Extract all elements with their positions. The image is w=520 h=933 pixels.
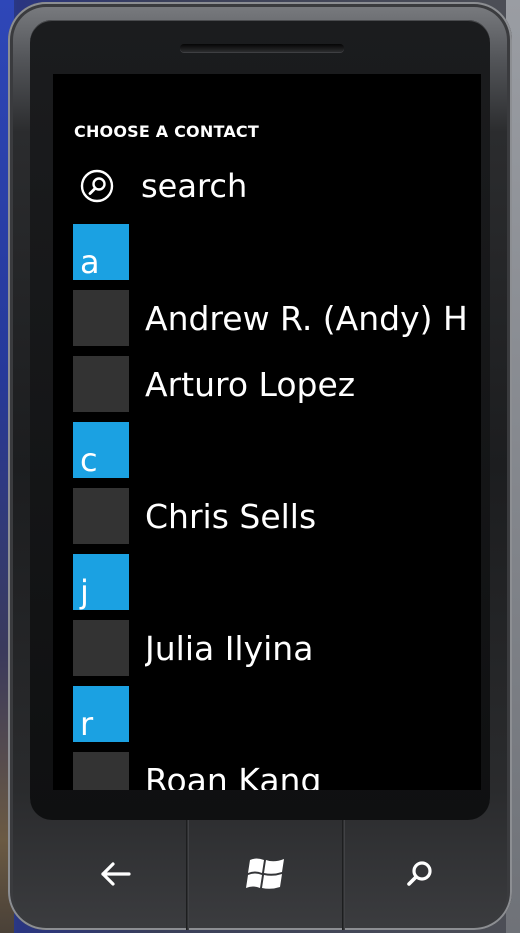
windows-logo-icon — [244, 854, 288, 898]
list-item[interactable]: Andrew R. (Andy) H — [73, 290, 481, 346]
list-item[interactable]: Chris Sells — [73, 488, 481, 544]
contact-name: Julia Ilyina — [145, 628, 314, 668]
search-label: search — [141, 167, 248, 205]
contact-avatar — [73, 356, 129, 412]
search-row[interactable]: search — [80, 166, 247, 206]
search-icon — [404, 858, 436, 894]
back-arrow-icon — [99, 860, 133, 892]
search-icon[interactable] — [80, 169, 114, 203]
contact-avatar — [73, 290, 129, 346]
group-letter-j: j — [80, 573, 89, 611]
group-tile-a[interactable]: a — [73, 224, 129, 280]
group-tile-c[interactable]: c — [73, 422, 129, 478]
group-letter-r: r — [80, 705, 94, 743]
group-tile-r[interactable]: r — [73, 686, 129, 742]
list-item[interactable]: Arturo Lopez — [73, 356, 481, 412]
contact-avatar — [73, 620, 129, 676]
contact-avatar — [73, 752, 129, 790]
group-letter-a: a — [80, 243, 100, 281]
contact-name: Andrew R. (Andy) H — [145, 298, 465, 338]
group-header-r[interactable]: r — [73, 686, 481, 742]
contact-name: Arturo Lopez — [145, 364, 356, 404]
group-header-a[interactable]: a — [73, 224, 481, 280]
search-button[interactable] — [390, 846, 450, 906]
contact-name: Roan Kang — [145, 760, 322, 791]
group-header-c[interactable]: c — [73, 422, 481, 478]
start-button[interactable] — [236, 846, 296, 906]
back-button[interactable] — [86, 846, 146, 906]
button-divider — [186, 820, 189, 930]
group-header-j[interactable]: j — [73, 554, 481, 610]
phone-screen: CHOOSE A CONTACT search a Andrew R. (And… — [53, 74, 481, 790]
list-item[interactable]: Roan Kang — [73, 752, 481, 790]
contact-avatar — [73, 488, 129, 544]
list-item[interactable]: Julia Ilyina — [73, 620, 481, 676]
earpiece-speaker — [180, 44, 344, 52]
contact-name: Chris Sells — [145, 496, 317, 536]
button-divider — [342, 820, 345, 930]
group-letter-c: c — [80, 441, 98, 479]
group-tile-j[interactable]: j — [73, 554, 129, 610]
page-title: CHOOSE A CONTACT — [74, 122, 259, 141]
